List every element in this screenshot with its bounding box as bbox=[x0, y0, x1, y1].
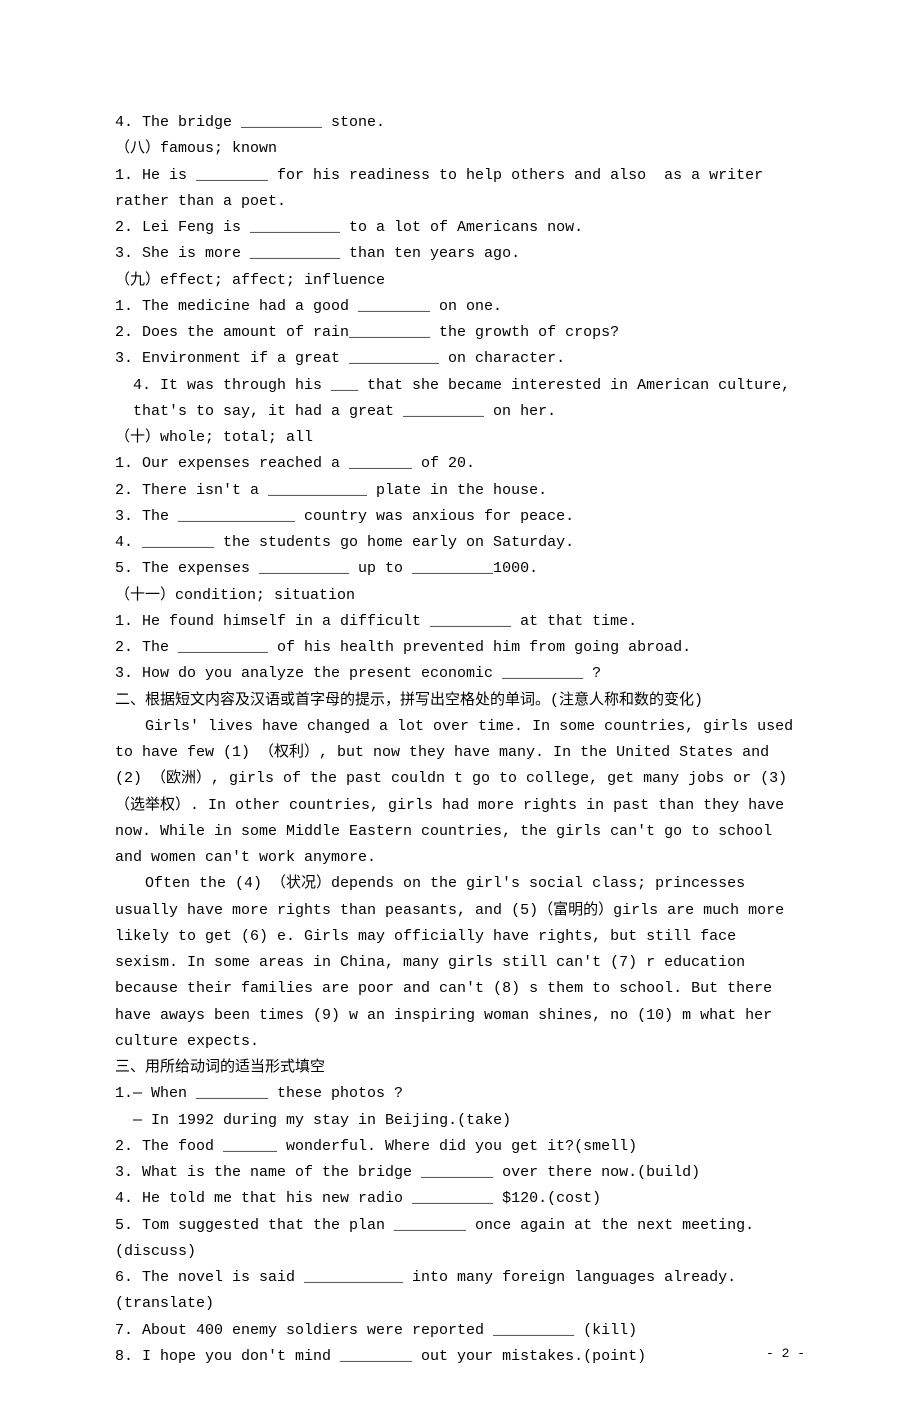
exercise-line: 2. The food ______ wonderful. Where did … bbox=[115, 1134, 805, 1160]
exercise-line: 3. The _____________ country was anxious… bbox=[115, 504, 805, 530]
exercise-line: 2. The __________ of his health prevente… bbox=[115, 635, 805, 661]
exercise-line: 3. Environment if a great __________ on … bbox=[115, 346, 805, 372]
exercise-line: 2. Does the amount of rain_________ the … bbox=[115, 320, 805, 346]
exercise-line: 4. The bridge _________ stone. bbox=[115, 110, 805, 136]
exercise-line: 2. There isn't a ___________ plate in th… bbox=[115, 478, 805, 504]
exercise-line: 3. She is more __________ than ten years… bbox=[115, 241, 805, 267]
exercise-line: 3. What is the name of the bridge ______… bbox=[115, 1160, 805, 1186]
exercise-line: 5. The expenses __________ up to _______… bbox=[115, 556, 805, 582]
exercise-line: 1. He is ________ for his readiness to h… bbox=[115, 163, 805, 216]
section-heading: 三、用所给动词的适当形式填空 bbox=[115, 1055, 805, 1081]
section-label: （十）whole; total; all bbox=[115, 425, 805, 451]
document-page: 4. The bridge _________ stone. （八）famous… bbox=[0, 0, 920, 1410]
exercise-line: 4. ________ the students go home early o… bbox=[115, 530, 805, 556]
exercise-line: 7. About 400 enemy soldiers were reporte… bbox=[115, 1318, 805, 1344]
page-number: - 2 - bbox=[766, 1343, 805, 1366]
exercise-line: — In 1992 during my stay in Beijing.(tak… bbox=[115, 1108, 805, 1134]
section-label: （十一）condition; situation bbox=[115, 583, 805, 609]
exercise-line: 5. Tom suggested that the plan ________ … bbox=[115, 1213, 805, 1266]
section-label: （九）effect; affect; influence bbox=[115, 268, 805, 294]
exercise-line: 6. The novel is said ___________ into ma… bbox=[115, 1265, 805, 1318]
passage-paragraph: Often the (4) （状况）depends on the girl's … bbox=[115, 871, 805, 1055]
exercise-line: 1. Our expenses reached a _______ of 20. bbox=[115, 451, 805, 477]
exercise-line: 1.— When ________ these photos ? bbox=[115, 1081, 805, 1107]
section-label: （八）famous; known bbox=[115, 136, 805, 162]
passage-paragraph: Girls' lives have changed a lot over tim… bbox=[115, 714, 805, 872]
exercise-line: 2. Lei Feng is __________ to a lot of Am… bbox=[115, 215, 805, 241]
exercise-line: 1. The medicine had a good ________ on o… bbox=[115, 294, 805, 320]
exercise-line: 8. I hope you don't mind ________ out yo… bbox=[115, 1344, 805, 1370]
exercise-line: 3. How do you analyze the present econom… bbox=[115, 661, 805, 687]
exercise-line: 1. He found himself in a difficult _____… bbox=[115, 609, 805, 635]
exercise-line: 4. He told me that his new radio _______… bbox=[115, 1186, 805, 1212]
section-heading: 二、根据短文内容及汉语或首字母的提示，拼写出空格处的单词。(注意人称和数的变化) bbox=[115, 688, 805, 714]
exercise-line: 4. It was through his ___ that she becam… bbox=[115, 373, 805, 426]
